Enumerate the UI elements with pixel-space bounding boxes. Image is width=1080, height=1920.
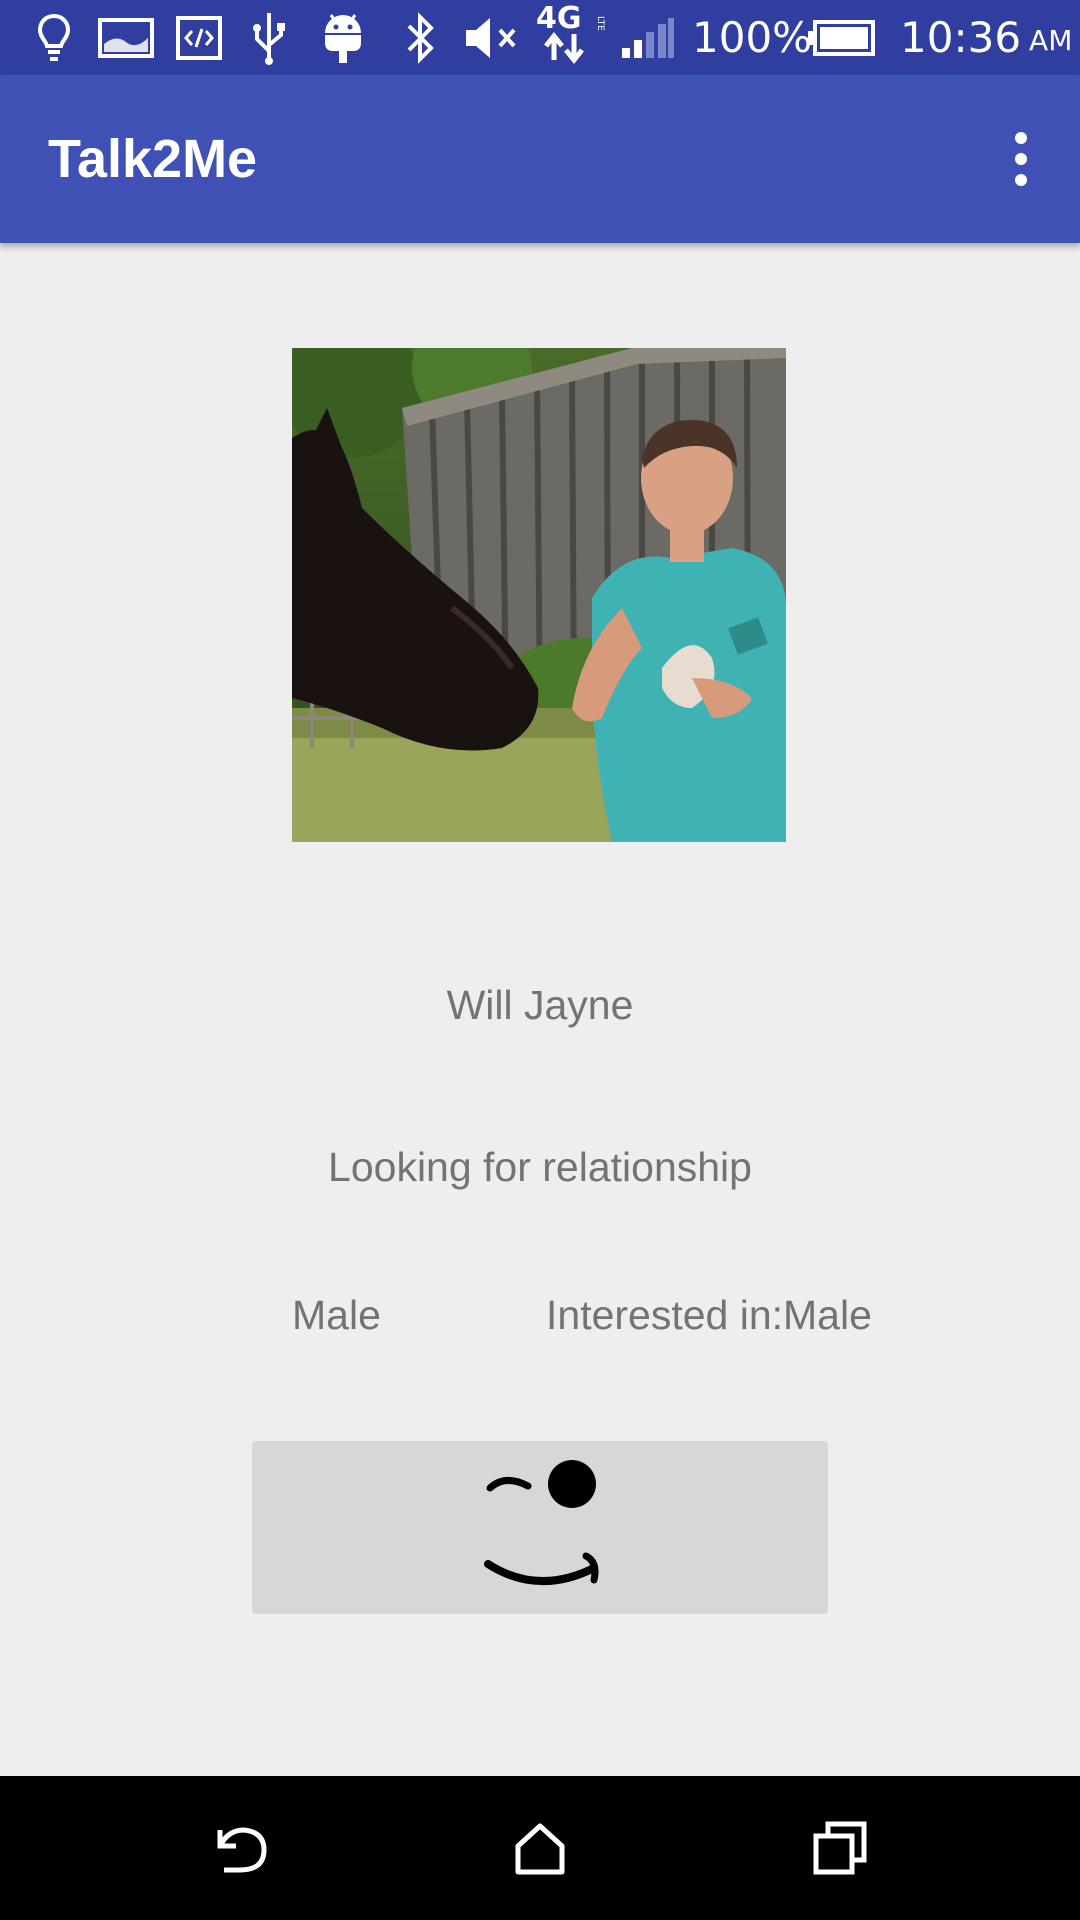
app-bar: Talk2Me <box>0 75 1080 243</box>
home-icon <box>515 1823 565 1875</box>
network-4g-lte-icon: 4G LTE <box>534 1 610 64</box>
more-vert-icon <box>1015 132 1027 144</box>
network-label: 4G <box>536 1 582 36</box>
mute-icon <box>462 10 526 66</box>
battery-percent: 100% <box>692 13 813 62</box>
home-button[interactable] <box>490 1798 590 1898</box>
clock-time: 10:36 <box>900 13 1022 62</box>
more-options-button[interactable] <box>986 109 1056 209</box>
profile-photo[interactable] <box>292 348 786 842</box>
lightbulb-icon <box>34 10 74 66</box>
code-icon <box>174 10 224 66</box>
clock: 10:36 AM <box>900 0 1072 75</box>
app-title: Talk2Me <box>48 129 258 189</box>
back-button[interactable] <box>190 1798 290 1898</box>
interested-in-label: Interested in:Male <box>546 1292 872 1338</box>
status-bar: 4G LTE 100% 10:36 AM <box>0 0 1080 75</box>
battery-icon <box>806 10 878 66</box>
more-vert-icon-dot <box>1015 153 1027 165</box>
wink-button[interactable] <box>252 1441 828 1614</box>
recents-button[interactable] <box>790 1798 890 1898</box>
wink-face-icon <box>484 1459 599 1585</box>
android-icon <box>318 10 368 66</box>
relationship-status: Looking for relationship <box>328 1144 752 1190</box>
image-icon <box>96 10 156 66</box>
back-icon <box>217 1827 267 1873</box>
bluetooth-icon <box>400 10 440 66</box>
signal-icon <box>620 10 676 66</box>
navigation-bar <box>0 1776 1080 1920</box>
more-vert-icon-dot <box>1015 174 1027 186</box>
clock-suffix: AM <box>1029 24 1073 57</box>
gender-label: Male <box>292 1292 381 1338</box>
recents-icon <box>813 1821 867 1875</box>
usb-icon <box>244 10 294 66</box>
profile-name: Will Jayne <box>446 982 634 1028</box>
network-sub-label: LTE <box>595 16 605 31</box>
